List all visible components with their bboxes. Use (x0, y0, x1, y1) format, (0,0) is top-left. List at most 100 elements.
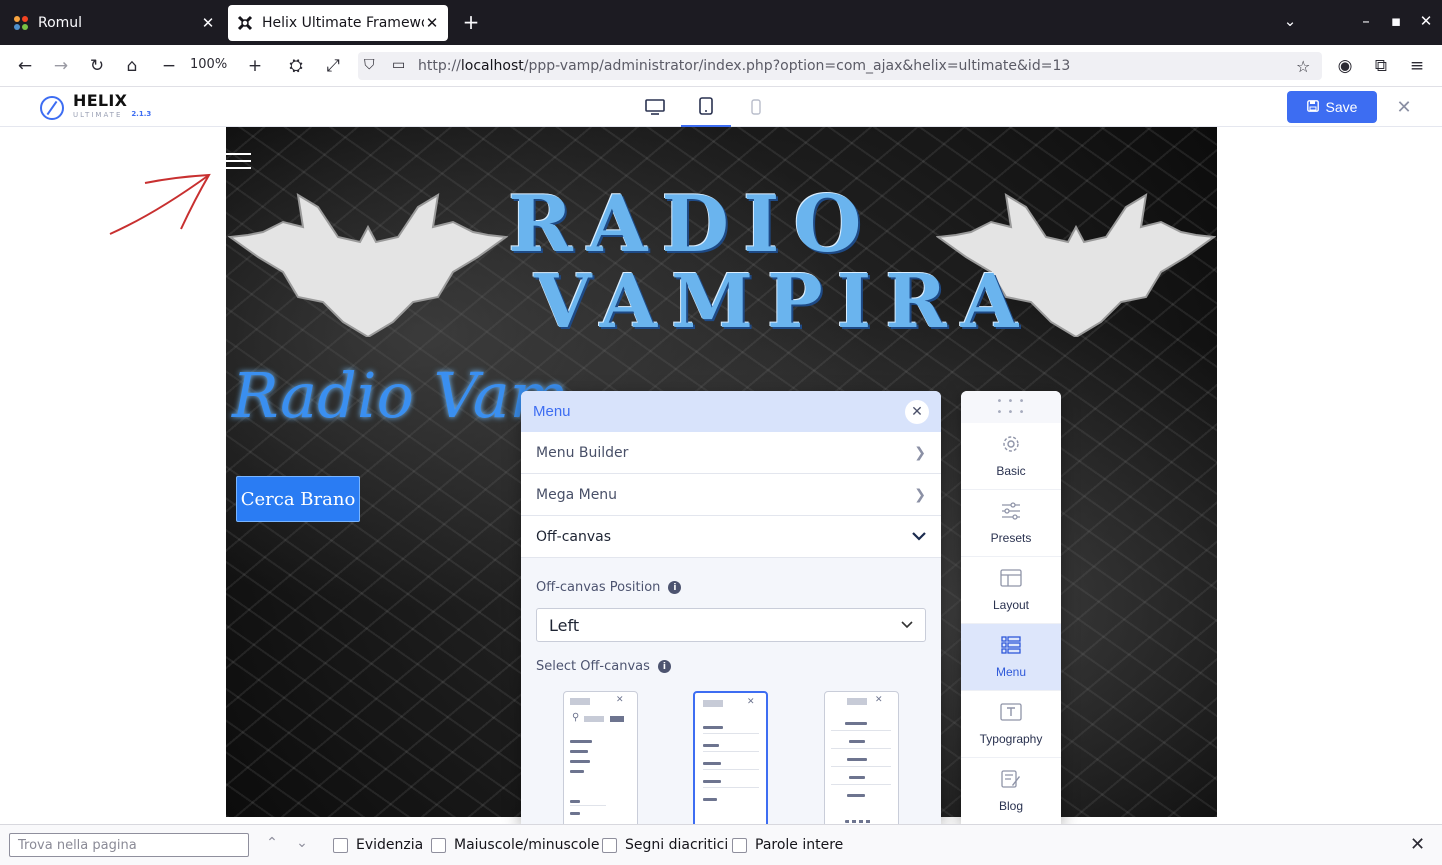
sidebar-item-label: Menu (995, 664, 1027, 679)
shield-icon[interactable]: ⛉ (364, 57, 375, 73)
save-button[interactable]: Save (1287, 91, 1377, 123)
sidebar-item-blog[interactable]: Blog (961, 758, 1061, 824)
home-icon[interactable]: ⌂ (120, 54, 144, 78)
close-tab-icon[interactable]: ✕ (200, 14, 216, 32)
new-tab-icon[interactable]: + (460, 10, 482, 34)
thumb-line (570, 812, 580, 815)
tab-helix-ultimate[interactable]: Helix Ultimate Framework ✕ (228, 5, 448, 41)
sidebar-item-menu[interactable]: Menu (961, 624, 1061, 691)
close-icon[interactable]: ✕ (905, 399, 929, 424)
thumb-line (570, 760, 590, 763)
address-bar[interactable]: ⛉ ▭ http://localhost/ppp-vamp/administra… (358, 52, 1322, 80)
bookmark-star-icon[interactable]: ☆ (1296, 57, 1310, 76)
brand-subtext: ULTIMATE (73, 111, 123, 119)
match-diacritics-checkbox[interactable]: Segni diacritici (602, 837, 728, 853)
thumb-line (570, 750, 588, 753)
mobile-view-button[interactable] (731, 87, 781, 127)
sidebar-item-label: Blog (998, 798, 1024, 813)
close-icon: ✕ (747, 697, 755, 707)
zoom-out-icon[interactable]: − (157, 54, 181, 78)
highlight-all-checkbox[interactable]: Evidenzia (333, 837, 423, 853)
desktop-icon (645, 99, 665, 115)
accordion-menu-builder[interactable]: Menu Builder ❯ (521, 432, 941, 474)
select-offcanvas-label: Select Off-canvas i (536, 659, 671, 674)
sidebar-item-basic[interactable]: Basic (961, 423, 1061, 490)
extensions-icon[interactable]: ⧉ (1369, 54, 1393, 78)
field-label-text: Off-canvas Position (536, 580, 661, 595)
find-previous-icon[interactable]: ⌃ (262, 835, 282, 851)
site-title-line2: VAMPIRA (534, 259, 1033, 345)
search-song-button[interactable]: Cerca Brano (236, 476, 360, 522)
zoom-level[interactable]: 100% (190, 57, 227, 72)
desktop-view-button[interactable] (630, 87, 680, 127)
save-label: Save (1325, 99, 1358, 115)
offcanvas-style-1[interactable]: ✕ ⚲ (563, 691, 638, 824)
sidebar-item-layout[interactable]: Layout (961, 557, 1061, 624)
zoom-in-icon[interactable]: + (243, 54, 267, 78)
blog-icon (1001, 769, 1021, 791)
bat-logo-icon (228, 193, 508, 337)
sidebar-item-presets[interactable]: Presets (961, 490, 1061, 557)
url-scheme: http:// (418, 58, 461, 74)
sidebar-item-label: Layout (992, 597, 1030, 612)
menu-list-icon (1001, 635, 1021, 657)
checkbox-label: Parole intere (755, 837, 844, 853)
extension-puzzle-icon[interactable]: ⛭ (284, 54, 308, 78)
checkbox-box[interactable] (602, 837, 617, 853)
chevron-down-icon (901, 618, 913, 633)
offcanvas-toggle-icon[interactable] (226, 153, 252, 171)
accordion-mega-menu[interactable]: Mega Menu ❯ (521, 474, 941, 516)
thumb-divider (703, 733, 759, 734)
hamburger-menu-icon[interactable]: ≡ (1405, 54, 1429, 78)
checkbox-box[interactable] (431, 837, 446, 853)
checkbox-box[interactable] (732, 837, 747, 853)
tab-romul[interactable]: Romul ✕ (4, 5, 224, 41)
accordion-off-canvas[interactable]: Off-canvas (521, 516, 941, 558)
panel-header[interactable]: Menu ✕ (521, 391, 941, 432)
whole-words-checkbox[interactable]: Parole intere (732, 837, 843, 853)
panel-title: Menu (533, 403, 571, 420)
page-icon: ▭ (392, 57, 406, 73)
offcanvas-style-3[interactable]: ✕ (824, 691, 899, 824)
forward-arrow-icon[interactable]: → (49, 54, 73, 78)
window-close-icon[interactable]: ✕ (1416, 12, 1436, 30)
close-icon[interactable]: ✕ (1410, 834, 1425, 855)
checkbox-box[interactable] (333, 837, 348, 853)
mobile-icon (751, 99, 761, 115)
thumb-search-button (610, 716, 624, 722)
thumb-line (570, 800, 580, 803)
info-icon[interactable]: i (668, 581, 682, 594)
annotation-arrow-icon (109, 173, 211, 235)
accordion-label: Menu Builder (536, 444, 629, 461)
typography-icon (1000, 702, 1022, 724)
find-input[interactable]: Trova nella pagina (9, 833, 249, 857)
maximize-icon[interactable]: ▪ (1386, 12, 1406, 30)
helix-version: 2.1.3 (131, 110, 152, 118)
drag-handle-icon[interactable]: • • • • • • (961, 391, 1061, 423)
tab-list-icon[interactable]: ⌄ (1280, 12, 1300, 30)
site-cursive-title: Radio Vam (232, 359, 569, 432)
find-next-icon[interactable]: ⌄ (292, 835, 312, 851)
minimize-icon[interactable]: – (1356, 12, 1376, 30)
close-icon: ✕ (616, 695, 624, 705)
thumb-divider (570, 805, 606, 806)
sidebar-item-label: Typography (979, 731, 1043, 746)
close-tab-icon[interactable]: ✕ (424, 14, 440, 32)
close-icon: ✕ (875, 695, 883, 705)
reload-icon[interactable]: ↻ (85, 54, 109, 78)
offcanvas-position-select[interactable]: Left (536, 608, 926, 642)
offcanvas-style-2[interactable]: ✕ (693, 691, 768, 824)
tablet-view-button[interactable] (681, 87, 731, 127)
thumb-divider (831, 730, 891, 731)
thumb-line (849, 776, 865, 779)
account-icon[interactable]: ◉ (1333, 54, 1357, 78)
chevron-down-icon (912, 529, 926, 545)
back-arrow-icon[interactable]: ← (13, 54, 37, 78)
fullscreen-icon[interactable]: ⤢ (321, 54, 345, 78)
sidebar-item-typography[interactable]: Typography (961, 691, 1061, 758)
match-case-checkbox[interactable]: Maiuscole/minuscole (431, 837, 600, 853)
url-text[interactable]: http://localhost/ppp-vamp/administrator/… (418, 58, 1070, 74)
info-icon[interactable]: i (657, 660, 671, 673)
close-icon[interactable]: ✕ (1390, 93, 1418, 121)
helix-logo-icon (40, 96, 64, 120)
